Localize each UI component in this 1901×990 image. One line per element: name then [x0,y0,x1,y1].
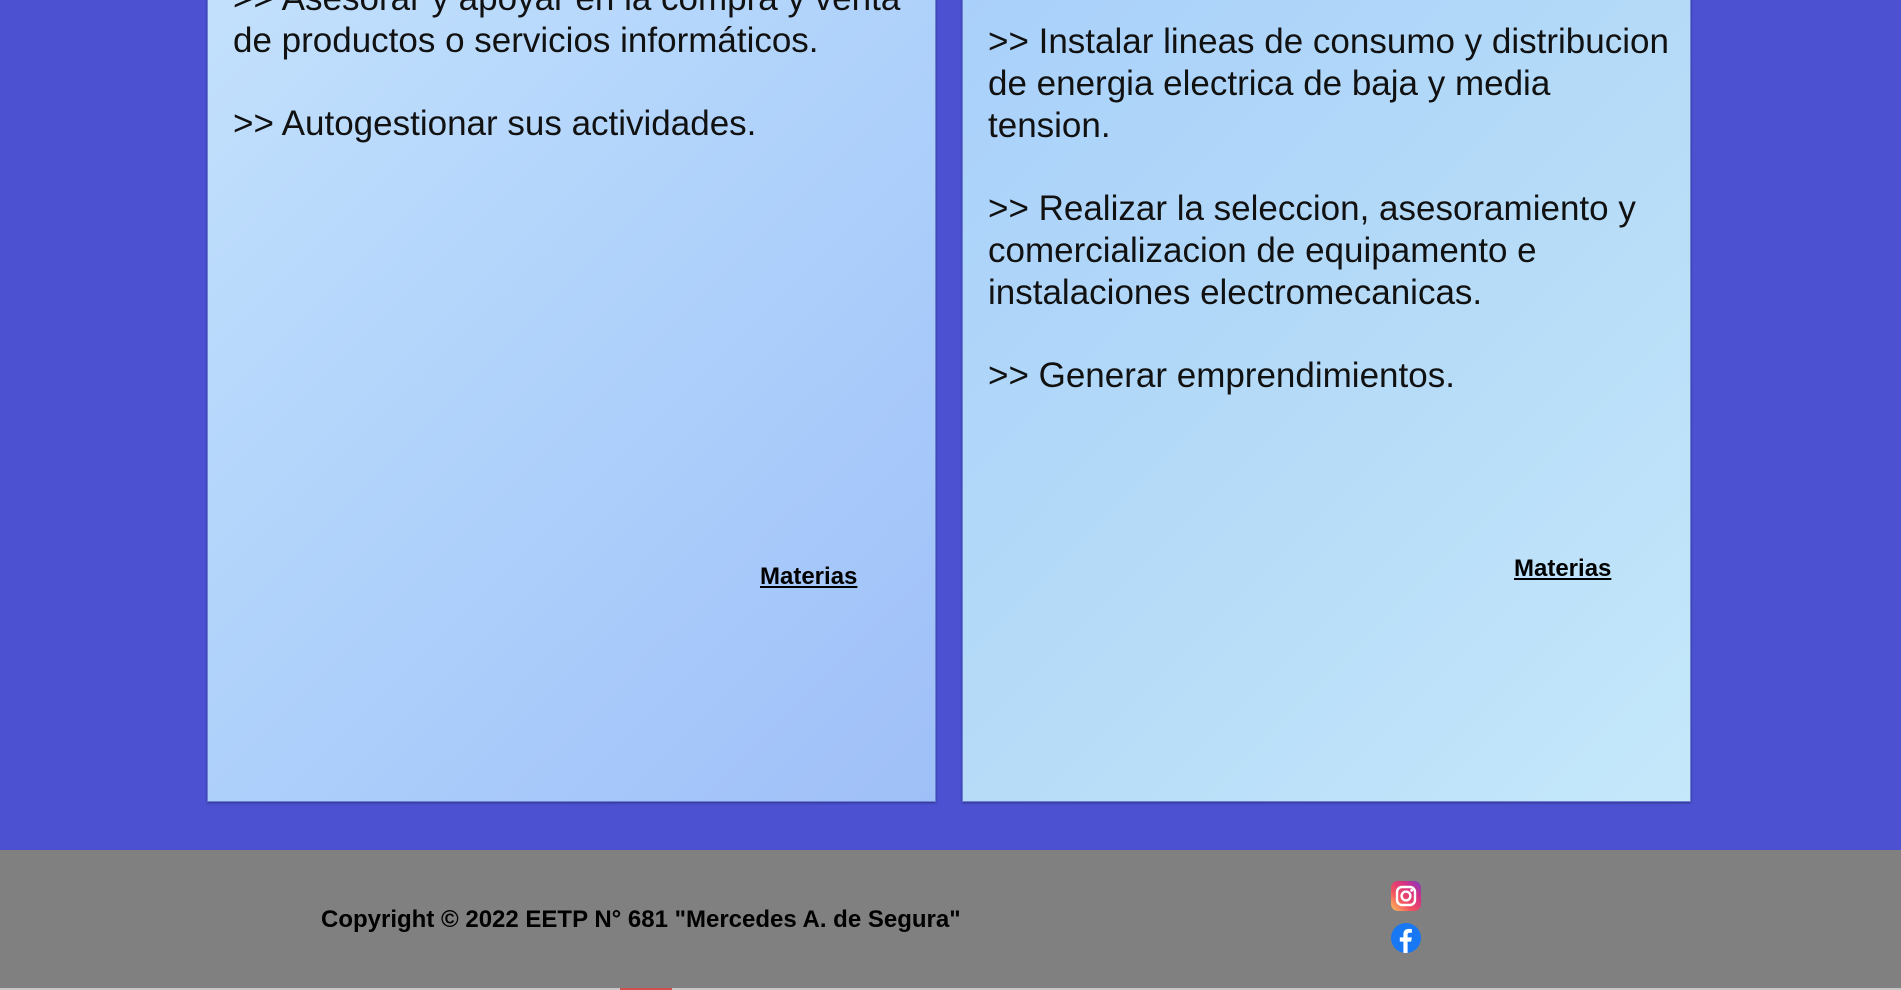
career-card-informatica: >> Asesorar y apoyar en la compra y vent… [207,0,936,802]
card-paragraph: >> Realizar la seleccion, asesoramiento … [988,189,1636,312]
card-description: >> Asesorar y apoyar en la compra y vent… [233,0,915,186]
card-paragraph: >> Asesorar y apoyar en la compra y vent… [233,0,900,60]
copyright-text: Copyright © 2022 EETP N° 681 "Mercedes A… [321,906,961,933]
materias-link[interactable]: Materias [760,563,857,591]
page-background: >> Asesorar y apoyar en la compra y vent… [0,0,1901,850]
card-paragraph: >> Instalar lineas de consumo y distribu… [988,22,1669,145]
facebook-icon[interactable] [1390,922,1422,954]
card-paragraph: >> Autogestionar sus actividades. [233,104,757,143]
instagram-icon[interactable] [1390,880,1422,912]
footer: Copyright © 2022 EETP N° 681 "Mercedes A… [0,850,1901,990]
materias-link[interactable]: Materias [1514,555,1611,583]
card-paragraph: >> Generar emprendimientos. [988,356,1455,395]
career-card-electromecanica: >> Instalar lineas de consumo y distribu… [962,0,1691,802]
card-description: >> Instalar lineas de consumo y distribu… [988,21,1670,438]
